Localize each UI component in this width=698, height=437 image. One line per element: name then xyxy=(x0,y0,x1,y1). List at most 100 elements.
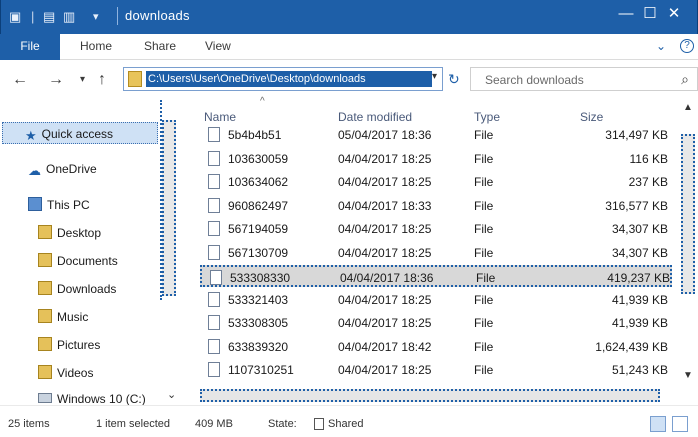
help-icon[interactable]: ? xyxy=(680,39,694,53)
state-label: State: xyxy=(268,418,297,430)
up-button[interactable]: ↑ xyxy=(98,71,106,89)
file-date-modified: 04/04/2017 18:25 xyxy=(338,222,432,236)
tab-view[interactable]: View xyxy=(205,39,231,53)
desktop-folder-icon xyxy=(38,225,52,239)
file-list-scrollbar-thumb[interactable] xyxy=(681,134,695,294)
column-header-size[interactable]: Size xyxy=(580,110,603,124)
file-type: File xyxy=(476,271,496,285)
file-name: 533308305 xyxy=(228,316,289,330)
file-size: 116 KB xyxy=(629,152,668,166)
file-name: 1107310251 xyxy=(228,363,294,377)
recent-locations-icon[interactable]: ▾ xyxy=(80,74,85,85)
tab-file[interactable]: File xyxy=(0,34,60,60)
sidebar-item-quick-access[interactable]: ★ Quick access xyxy=(2,122,158,144)
file-type: File xyxy=(474,363,494,377)
horizontal-scrollbar-thumb[interactable] xyxy=(200,389,660,402)
tab-home[interactable]: Home xyxy=(80,39,112,53)
file-name: 633839320 xyxy=(228,340,289,354)
title-bar: ▣ | ▤ ▥ ▾ downloads — ☐ ✕ xyxy=(0,0,698,34)
customize-chevron-icon[interactable]: ▾ xyxy=(93,10,99,23)
file-row[interactable]: 960862497 04/04/2017 18:33 File 316,577 KB xyxy=(200,195,672,217)
file-size: 41,939 KB xyxy=(611,293,668,307)
address-dropdown-icon[interactable]: ▾ xyxy=(432,71,437,82)
file-type: File xyxy=(474,340,494,354)
file-row[interactable]: 533321403 04/04/2017 18:25 File 41,939 KB xyxy=(200,289,672,311)
file-name: 533308330 xyxy=(230,271,291,285)
file-size: 419,237 KB xyxy=(607,271,670,285)
file-date-modified: 04/04/2017 18:25 xyxy=(338,293,432,307)
file-row[interactable]: 533308330 04/04/2017 18:36 File 419,237 KB xyxy=(200,265,672,287)
sidebar-scrollbar-thumb[interactable] xyxy=(162,120,176,296)
cloud-icon: ☁ xyxy=(28,163,41,178)
sidebar-item-onedrive[interactable]: ☁ OneDrive xyxy=(28,158,97,180)
save-icon[interactable]: ▣ xyxy=(9,9,21,25)
search-icon[interactable]: ⌕ xyxy=(681,71,689,88)
file-type: File xyxy=(474,246,494,260)
file-size: 316,577 KB xyxy=(605,199,668,213)
ribbon: File Home Share View ⌄ ? xyxy=(0,34,698,60)
sidebar-item-documents[interactable]: Documents xyxy=(38,250,118,272)
file-icon xyxy=(208,362,220,377)
sort-ascending-icon: ^ xyxy=(260,96,265,107)
file-date-modified: 04/04/2017 18:25 xyxy=(338,316,432,330)
file-row[interactable]: 103634062 04/04/2017 18:25 File 237 KB xyxy=(200,171,672,193)
sidebar-item-label: Windows 10 (C:) xyxy=(57,392,146,406)
sidebar-item-pictures[interactable]: Pictures xyxy=(38,334,100,356)
sidebar-item-desktop[interactable]: Desktop xyxy=(38,222,101,244)
selection-size: 409 MB xyxy=(195,418,233,430)
file-row[interactable]: 533308305 04/04/2017 18:25 File 41,939 KB xyxy=(200,312,672,334)
file-name: 103634062 xyxy=(228,175,289,189)
file-row[interactable]: 1107310251 04/04/2017 18:25 File 51,243 KB xyxy=(200,359,672,381)
sidebar-item-this-pc[interactable]: This PC xyxy=(28,194,90,216)
new-folder-icon[interactable]: ▥ xyxy=(63,9,75,25)
videos-folder-icon xyxy=(38,365,52,379)
sidebar-item-downloads[interactable]: Downloads xyxy=(38,278,116,300)
search-input[interactable]: Search downloads ⌕ xyxy=(470,67,698,91)
file-type: File xyxy=(474,316,494,330)
tab-share[interactable]: Share xyxy=(144,39,176,53)
properties-icon[interactable]: ▤ xyxy=(43,9,55,25)
shared-icon xyxy=(314,418,324,430)
downloads-folder-icon xyxy=(38,281,52,295)
column-header-date[interactable]: Date modified xyxy=(338,110,412,124)
forward-button[interactable]: → xyxy=(48,71,64,89)
file-date-modified: 04/04/2017 18:25 xyxy=(338,175,432,189)
file-size: 41,939 KB xyxy=(611,316,668,330)
scroll-down-icon[interactable]: ▼ xyxy=(683,370,693,381)
scroll-up-icon[interactable]: ▲ xyxy=(683,102,693,113)
sidebar-item-music[interactable]: Music xyxy=(38,306,88,328)
file-size: 237 KB xyxy=(628,175,668,189)
address-path[interactable]: C:\Users\User\OneDrive\Desktop\downloads xyxy=(146,71,432,87)
large-icons-view-button[interactable] xyxy=(672,416,688,432)
back-button[interactable]: ← xyxy=(12,71,28,89)
drive-icon xyxy=(38,393,52,403)
details-view-button[interactable] xyxy=(650,416,666,432)
file-date-modified: 05/04/2017 18:36 xyxy=(338,128,432,142)
sidebar-scroll-down-icon[interactable]: ⌄ xyxy=(167,388,176,401)
file-list-scrollbar[interactable]: ▲ ▼ xyxy=(678,100,698,386)
file-row[interactable]: 5b4b4b51 05/04/2017 18:36 File 314,497 KB xyxy=(200,124,672,146)
horizontal-scrollbar[interactable] xyxy=(192,386,678,405)
column-header-type[interactable]: Type xyxy=(474,110,500,124)
sidebar-item-label: Downloads xyxy=(57,282,117,296)
file-row[interactable]: 567194059 04/04/2017 18:25 File 34,307 KB xyxy=(200,218,672,240)
file-row[interactable]: 633839320 04/04/2017 18:42 File 1,624,439 K… xyxy=(200,336,672,358)
sidebar-item-label: Pictures xyxy=(57,338,101,352)
star-icon: ★ xyxy=(25,128,37,143)
file-date-modified: 04/04/2017 18:25 xyxy=(338,246,432,260)
column-header-name[interactable]: Name xyxy=(204,110,236,124)
sidebar-item-label: Videos xyxy=(57,366,94,380)
file-icon xyxy=(208,198,220,213)
address-bar[interactable]: C:\Users\User\OneDrive\Desktop\downloads… xyxy=(123,67,443,91)
file-type: File xyxy=(474,175,494,189)
refresh-button[interactable]: ↻ xyxy=(448,71,460,88)
file-size: 34,307 KB xyxy=(611,246,668,260)
state-value: Shared xyxy=(328,418,364,430)
sidebar-item-videos[interactable]: Videos xyxy=(38,362,93,384)
expand-ribbon-icon[interactable]: ⌄ xyxy=(656,39,666,53)
close-button[interactable]: ✕ xyxy=(651,0,697,30)
sidebar-item-label: OneDrive xyxy=(46,162,97,176)
file-row[interactable]: 103630059 04/04/2017 18:25 File 116 KB xyxy=(200,148,672,170)
file-row[interactable]: 567130709 04/04/2017 18:25 File 34,307 KB xyxy=(200,242,672,264)
file-type: File xyxy=(474,293,494,307)
